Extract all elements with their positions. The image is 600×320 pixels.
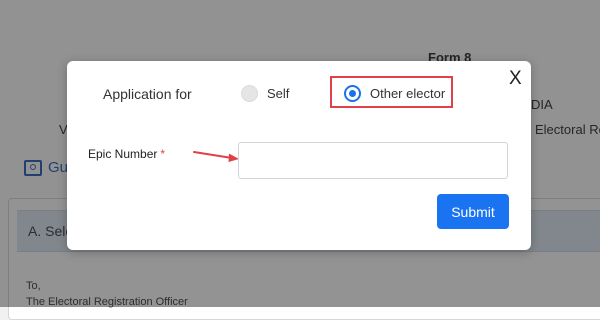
application-for-label: Application for <box>103 86 192 102</box>
red-arrow-icon <box>193 151 239 162</box>
epic-number-input[interactable] <box>238 142 508 179</box>
application-modal: X Application for Self Other elector Epi… <box>67 61 531 250</box>
radio-checked-icon[interactable] <box>344 85 361 102</box>
radio-self[interactable]: Self <box>241 85 289 102</box>
required-marker: * <box>160 147 166 161</box>
radio-other-elector[interactable]: Other elector <box>344 85 445 102</box>
close-icon[interactable]: X <box>509 69 522 89</box>
submit-button[interactable]: Submit <box>437 194 509 229</box>
epic-number-label: Epic Number * <box>88 147 165 161</box>
radio-other-elector-label: Other elector <box>370 86 446 101</box>
epic-number-label-text: Epic Number <box>88 147 158 161</box>
radio-unchecked-icon[interactable] <box>241 85 258 102</box>
radio-self-label: Self <box>267 86 290 101</box>
